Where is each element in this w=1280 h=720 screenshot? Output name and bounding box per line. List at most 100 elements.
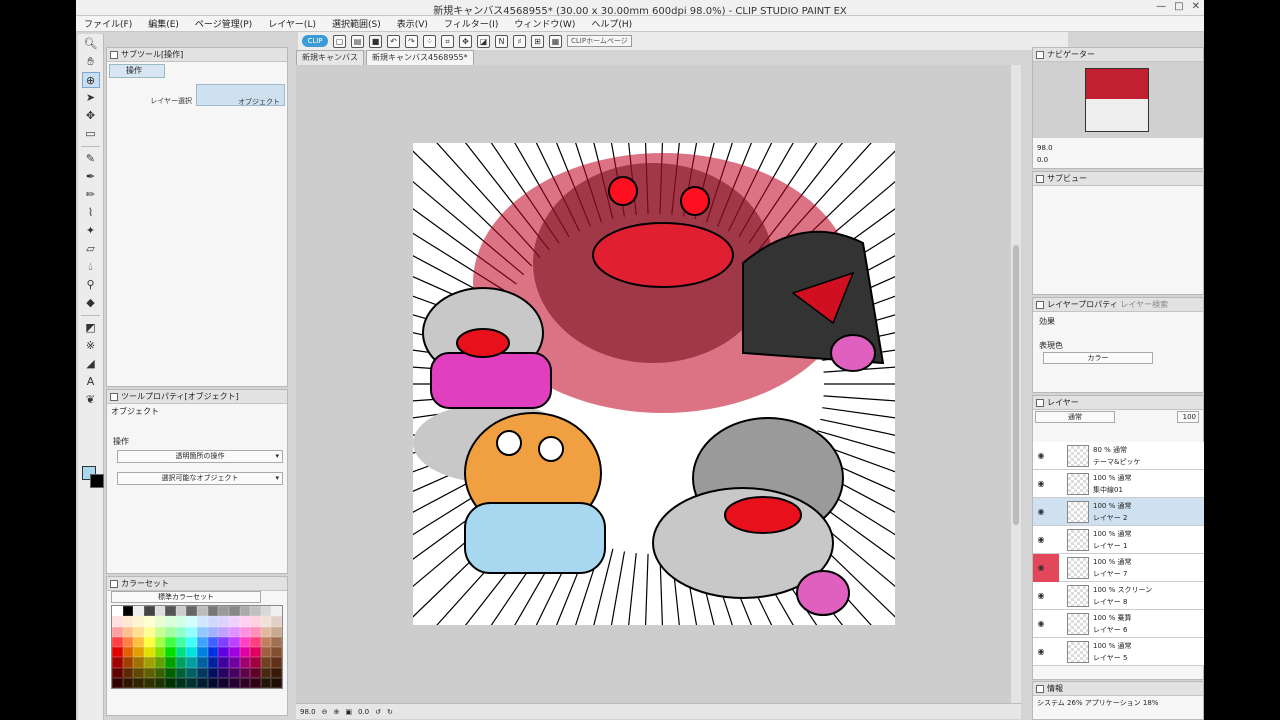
- palette-swatch[interactable]: [207, 636, 219, 647]
- fill-tool-icon[interactable]: ⚲: [82, 277, 100, 293]
- palette-swatch[interactable]: [186, 636, 197, 647]
- layer-row[interactable]: ◉ 100 % スクリーン レイヤー 8: [1033, 582, 1204, 610]
- palette-swatch[interactable]: [122, 677, 134, 688]
- zoom-tool-active-icon[interactable]: ⊕: [81, 72, 100, 88]
- eye-icon[interactable]: ◉: [1035, 591, 1047, 601]
- palette-swatch[interactable]: [165, 657, 176, 668]
- palette-swatch[interactable]: [143, 636, 155, 647]
- palette-swatch[interactable]: [218, 677, 229, 688]
- snap-grid-icon[interactable]: ♯: [513, 34, 526, 48]
- selectable-object-select[interactable]: 選択可能なオブジェクト ▾: [117, 472, 283, 485]
- palette-swatch[interactable]: [250, 606, 261, 617]
- palette-swatch[interactable]: [239, 616, 251, 627]
- palette-swatch[interactable]: [271, 667, 282, 678]
- palette-swatch[interactable]: [228, 677, 240, 688]
- palette-swatch[interactable]: [228, 616, 240, 627]
- palette-swatch[interactable]: [154, 657, 166, 668]
- palette-swatch[interactable]: [143, 647, 155, 658]
- palette-swatch[interactable]: [175, 657, 187, 668]
- palette-swatch[interactable]: [271, 657, 282, 668]
- palette-swatch[interactable]: [239, 626, 251, 637]
- eye-icon[interactable]: ◉: [1035, 451, 1047, 461]
- palette-swatch[interactable]: [207, 647, 219, 658]
- palette-swatch[interactable]: [175, 616, 187, 627]
- menu-window[interactable]: ウィンドウ(W): [514, 17, 575, 30]
- clear-selection-icon[interactable]: ⁘: [423, 34, 436, 48]
- palette-swatch[interactable]: [207, 657, 219, 668]
- palette-swatch[interactable]: [112, 677, 123, 688]
- palette-swatch[interactable]: [197, 636, 208, 647]
- palette-swatch[interactable]: [133, 636, 144, 647]
- palette-swatch[interactable]: [228, 647, 240, 658]
- palette-swatch[interactable]: [175, 677, 187, 688]
- palette-swatch[interactable]: [271, 616, 282, 627]
- eye-icon[interactable]: ◉: [1035, 479, 1047, 489]
- palette-swatch[interactable]: [112, 626, 123, 637]
- palette-swatch[interactable]: [250, 677, 261, 688]
- color-set-select[interactable]: 標準カラーセット: [111, 591, 261, 603]
- palette-swatch[interactable]: [112, 606, 123, 617]
- palette-swatch[interactable]: [175, 606, 187, 617]
- new-file-icon[interactable]: ▢: [333, 34, 346, 48]
- palette-swatch[interactable]: [154, 677, 166, 688]
- palette-swatch[interactable]: [143, 677, 155, 688]
- menu-filter[interactable]: フィルター(I): [444, 17, 499, 30]
- palette-swatch[interactable]: [218, 667, 229, 678]
- move-layer-tool-icon[interactable]: ✥: [82, 108, 100, 124]
- palette-swatch[interactable]: [122, 606, 134, 617]
- eyedropper-tool-icon[interactable]: ✎: [82, 151, 100, 167]
- crop-icon[interactable]: ⌗: [441, 34, 454, 48]
- palette-swatch[interactable]: [260, 606, 272, 617]
- eye-icon[interactable]: ◉: [1035, 563, 1047, 573]
- color-settings-icon[interactable]: ▦: [549, 34, 562, 48]
- palette-swatch[interactable]: [250, 647, 261, 658]
- palette-swatch[interactable]: [154, 647, 166, 658]
- canvas-vertical-scrollbar[interactable]: [1011, 65, 1021, 703]
- palette-swatch[interactable]: [186, 616, 197, 627]
- subtool-object[interactable]: オブジェクト: [196, 84, 285, 106]
- text-tool-icon[interactable]: A: [82, 374, 100, 390]
- menu-selection[interactable]: 選択範囲(S): [332, 17, 381, 30]
- palette-swatch[interactable]: [133, 657, 144, 668]
- palette-swatch[interactable]: [250, 657, 261, 668]
- blend-mode-select[interactable]: 通常: [1035, 411, 1115, 423]
- palette-swatch[interactable]: [143, 616, 155, 627]
- pencil-tool-icon[interactable]: ✏: [82, 187, 100, 203]
- palette-swatch[interactable]: [260, 657, 272, 668]
- palette-swatch[interactable]: [165, 677, 176, 688]
- palette-swatch[interactable]: [175, 636, 187, 647]
- palette-swatch[interactable]: [165, 636, 176, 647]
- layer-row[interactable]: ◉ 80 % 通常 テーマ&ピッケ: [1033, 442, 1204, 470]
- palette-swatch[interactable]: [143, 657, 155, 668]
- palette-swatch[interactable]: [186, 677, 197, 688]
- rotate-right-icon[interactable]: ↻: [387, 708, 393, 716]
- palette-swatch[interactable]: [228, 626, 240, 637]
- palette-swatch[interactable]: [271, 636, 282, 647]
- gradient-fill-icon[interactable]: ◩: [82, 320, 100, 336]
- palette-swatch[interactable]: [271, 647, 282, 658]
- airbrush-tool-icon[interactable]: ✦: [82, 223, 100, 239]
- rotate-left-icon[interactable]: ↺: [375, 708, 381, 716]
- gradient-tool-icon[interactable]: ◆: [82, 295, 100, 311]
- palette-swatch[interactable]: [218, 636, 229, 647]
- palette-swatch[interactable]: [197, 647, 208, 658]
- color-palette-grid[interactable]: [111, 605, 283, 689]
- palette-swatch[interactable]: [154, 616, 166, 627]
- palette-swatch[interactable]: [186, 647, 197, 658]
- palette-swatch[interactable]: [197, 616, 208, 627]
- palette-swatch[interactable]: [112, 636, 123, 647]
- palette-swatch[interactable]: [112, 647, 123, 658]
- layer-row[interactable]: ◉ 100 % 通常 レイヤー 1: [1033, 526, 1204, 554]
- transform-icon[interactable]: ✥: [459, 34, 472, 48]
- palette-swatch[interactable]: [218, 626, 229, 637]
- palette-swatch[interactable]: [218, 647, 229, 658]
- layer-row[interactable]: ◉ 100 % 通常 レイヤー 5: [1033, 638, 1204, 666]
- layer-search-tab[interactable]: レイヤー検索: [1120, 300, 1168, 309]
- palette-swatch[interactable]: [271, 626, 282, 637]
- palette-swatch[interactable]: [186, 626, 197, 637]
- palette-swatch[interactable]: [133, 647, 144, 658]
- palette-swatch[interactable]: [250, 626, 261, 637]
- palette-swatch[interactable]: [154, 606, 166, 617]
- sub-color-swatch[interactable]: [90, 474, 104, 488]
- palette-swatch[interactable]: [112, 657, 123, 668]
